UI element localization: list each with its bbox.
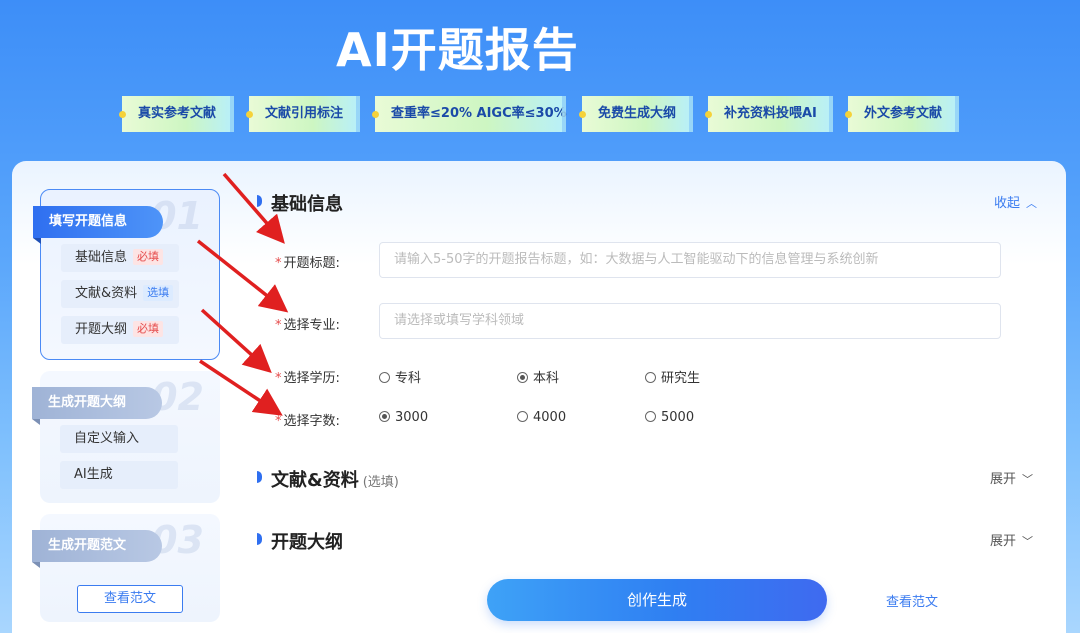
annotation-arrows — [196, 172, 289, 416]
annotation-arrow — [200, 308, 272, 374]
annotation-arrow — [199, 359, 283, 416]
annotation-arrow — [222, 172, 285, 244]
annotation-arrow — [196, 239, 289, 313]
